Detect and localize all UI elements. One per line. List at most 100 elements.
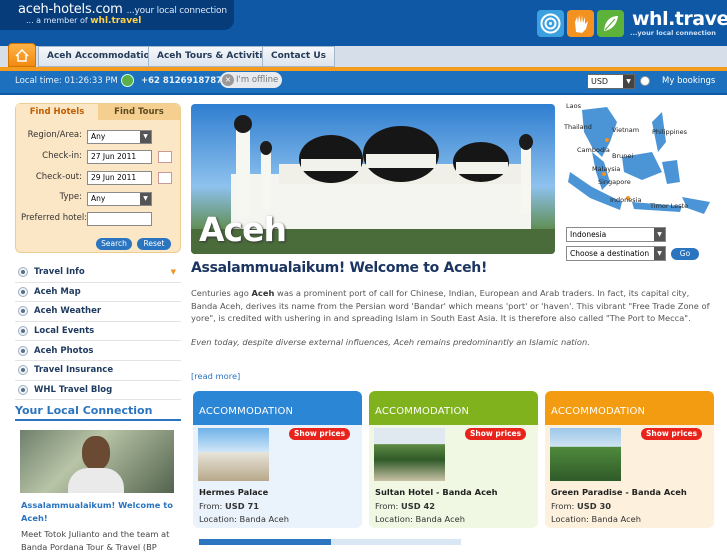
local-host-photo: [20, 430, 174, 493]
region-label: Region/Area:: [27, 130, 82, 140]
map-label-philippines[interactable]: Philippines: [652, 128, 687, 136]
host-face: [82, 436, 110, 470]
checkout-label: Check-out:: [35, 172, 82, 182]
hero-image: Aceh: [191, 104, 555, 254]
info-bar: Local time: 01:26:33 PM +62 8126918787 ×…: [0, 71, 727, 93]
map-label-brunei[interactable]: Brunei: [612, 152, 633, 160]
menu-label: Aceh Map: [34, 286, 81, 297]
whl-logo[interactable]: whl.travel: [632, 8, 727, 30]
hotel-location: Location: Banda Aceh: [375, 514, 466, 524]
map-label-cambodia[interactable]: Cambodia: [577, 146, 610, 154]
local-time: Local time: 01:26:33 PM: [15, 76, 118, 86]
nav-accommodation[interactable]: Aceh Accommodation: [38, 46, 166, 67]
card-header: ACCOMMODATION: [199, 406, 294, 417]
menu-label: Local Events: [34, 326, 95, 337]
accommodation-card[interactable]: ACCOMMODATION Show prices Green Paradise…: [545, 391, 714, 528]
bottom-tab-active[interactable]: [199, 539, 331, 545]
hotel-name[interactable]: Sultan Hotel - Banda Aceh: [375, 487, 498, 497]
calendar-icon[interactable]: [158, 151, 172, 163]
calendar-icon[interactable]: [158, 172, 172, 184]
menu-item-travel-info[interactable]: Travel Info ▼: [15, 263, 181, 283]
preferred-hotel-input[interactable]: [87, 212, 152, 226]
menu-item-travel-insurance[interactable]: Travel Insurance: [15, 361, 181, 381]
go-button[interactable]: Go: [671, 248, 699, 260]
tab-find-hotels[interactable]: Find Hotels: [16, 104, 98, 120]
map-label-thailand[interactable]: Thailand: [564, 123, 592, 131]
bullet-icon: [18, 365, 28, 376]
destination-value: Choose a destination: [570, 249, 650, 258]
site-name[interactable]: aceh-hotels.com ...your local connection: [18, 2, 227, 17]
map-label-malaysia[interactable]: Malaysia: [592, 165, 620, 173]
intro-paragraph-2: Even today, despite diverse external inf…: [191, 337, 590, 347]
hero-caption: Aceh: [199, 210, 287, 249]
type-select[interactable]: Any ▼: [87, 192, 152, 206]
intro-paragraph: Centuries ago Aceh was a prominent port …: [191, 288, 710, 323]
map-label-timor-leste[interactable]: Timor Leste: [650, 202, 688, 210]
menu-item-local-events[interactable]: Local Events: [15, 322, 181, 342]
local-connection-title: Your Local Connection: [15, 404, 181, 421]
bullet-icon: [18, 306, 28, 317]
region-select[interactable]: Any ▼: [87, 130, 152, 144]
region-map[interactable]: Laos Thailand Vietnam Philippines Cambod…: [562, 102, 716, 222]
search-button[interactable]: Search: [96, 238, 132, 250]
map-label-singapore[interactable]: Singapore: [598, 178, 631, 186]
hand-icon: [567, 10, 594, 37]
show-prices-button[interactable]: Show prices: [289, 428, 351, 440]
country-select[interactable]: Indonesia ▼: [566, 227, 666, 242]
offline-icon: ×: [222, 74, 234, 86]
local-intro-text: Meet Totok Julianto and the team at Banda…: [21, 529, 170, 552]
reset-button[interactable]: Reset: [137, 238, 171, 250]
menu-item-aceh-weather[interactable]: Aceh Weather: [15, 302, 181, 322]
tab-find-tours[interactable]: Find Tours: [98, 104, 180, 120]
hotel-price: From: USD 71: [199, 501, 260, 511]
map-label-indonesia[interactable]: Indonesia: [610, 196, 641, 204]
hotel-name[interactable]: Green Paradise - Banda Aceh: [551, 487, 687, 497]
show-prices-button[interactable]: Show prices: [641, 428, 703, 440]
checkout-input[interactable]: 29 Jun 2011: [87, 171, 152, 185]
menu-item-whl-blog[interactable]: WHL Travel Blog: [15, 381, 181, 401]
read-more-link[interactable]: [read more]: [191, 371, 240, 381]
currency-value: USD: [591, 77, 609, 86]
show-prices-button[interactable]: Show prices: [465, 428, 527, 440]
checkin-label: Check-in:: [42, 151, 82, 161]
phone-number[interactable]: +62 8126918787: [141, 76, 222, 86]
menu-item-aceh-map[interactable]: Aceh Map: [15, 283, 181, 303]
card-header: ACCOMMODATION: [551, 406, 646, 417]
leaf-icon: [597, 10, 624, 37]
menu-item-aceh-photos[interactable]: Aceh Photos: [15, 341, 181, 361]
hotel-photo[interactable]: [550, 428, 621, 481]
checkin-input[interactable]: 27 Jun 2011: [87, 150, 152, 164]
spiral-icon: [537, 10, 564, 37]
currency-select[interactable]: USD ▼: [587, 74, 635, 89]
menu-label: WHL Travel Blog: [34, 384, 113, 395]
destination-select[interactable]: Choose a destination ▼: [566, 246, 666, 261]
hotel-name[interactable]: Hermes Palace: [199, 487, 268, 497]
chevron-down-icon: ▼: [654, 228, 665, 241]
chat-status[interactable]: × I'm offline: [220, 72, 282, 88]
card-header: ACCOMMODATION: [375, 406, 470, 417]
local-welcome-link[interactable]: Assalammualaikum! Welcome to Aceh!: [21, 499, 173, 525]
menu-label: Travel Insurance: [34, 365, 114, 376]
nav-contact-us[interactable]: Contact Us: [262, 46, 336, 67]
member-line: ... a member of whl.travel: [26, 16, 142, 26]
clock-icon: [640, 76, 650, 86]
hotel-photo[interactable]: [374, 428, 445, 481]
home-button[interactable]: [8, 43, 36, 67]
type-label: Type:: [59, 192, 82, 202]
hotel-location: Location: Banda Aceh: [199, 514, 290, 524]
host-shirt: [68, 468, 124, 493]
search-box: Find Hotels Find Tours Region/Area: Any ▼…: [15, 103, 181, 253]
hotel-photo[interactable]: [198, 428, 269, 481]
my-bookings-link[interactable]: My bookings: [662, 76, 715, 86]
accommodation-card[interactable]: ACCOMMODATION Show prices Sultan Hotel -…: [369, 391, 538, 528]
side-menu: Travel Info ▼ Aceh Map Aceh Weather Local…: [15, 263, 181, 401]
map-label-laos[interactable]: Laos: [566, 102, 581, 110]
region-value: Any: [91, 132, 106, 141]
phone-icon: [121, 74, 134, 87]
map-label-vietnam[interactable]: Vietnam: [612, 126, 639, 134]
accommodation-card[interactable]: ACCOMMODATION Show prices Hermes Palace …: [193, 391, 362, 528]
bottom-tab[interactable]: [331, 539, 461, 545]
whl-tagline: ...your local connection: [630, 29, 716, 37]
preferred-hotel-label: Preferred hotel:: [21, 213, 88, 223]
home-icon: [15, 48, 29, 62]
